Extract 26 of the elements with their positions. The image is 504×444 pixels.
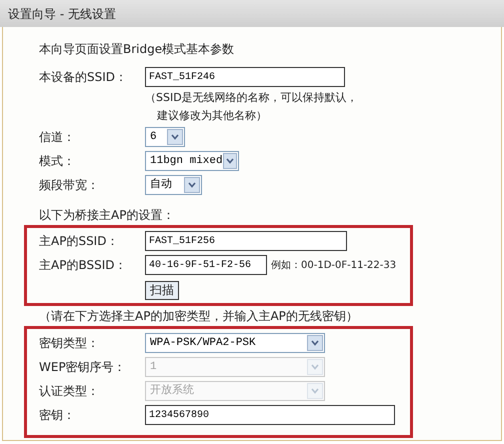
scan-button[interactable]: 扫描 bbox=[145, 280, 179, 300]
security-note: （请在下方选择主AP的加密类型，并输入主AP的无线密钥） bbox=[39, 308, 359, 325]
section-heading: 以下为桥接主AP的设置： bbox=[39, 207, 176, 224]
field-label: 认证类型： bbox=[39, 383, 100, 400]
hint-text: 建议修改为其他名称） bbox=[156, 108, 268, 124]
hint-text: （SSID是无线网络的名称，可以保持默认， bbox=[145, 90, 359, 106]
field-label: 本设备的SSID： bbox=[39, 69, 128, 86]
text-field[interactable]: FAST_51F256 bbox=[145, 231, 347, 251]
text-field[interactable]: FAST_51F246 bbox=[145, 67, 345, 87]
dropdown[interactable]: 自动 bbox=[145, 175, 202, 195]
dropdown[interactable]: 6 bbox=[145, 127, 185, 147]
field-label: 密钥类型： bbox=[39, 335, 100, 352]
intro-text: 本向导页面设置Bridge模式基本参数 bbox=[39, 41, 236, 58]
field-label: WEP密钥序号： bbox=[39, 359, 127, 376]
field-label: 主AP的SSID： bbox=[39, 233, 120, 250]
example-text: 例如：00-1D-0F-11-22-33 bbox=[271, 258, 396, 272]
text-field[interactable]: 1234567890 bbox=[145, 405, 395, 425]
dropdown[interactable]: WPA-PSK/WPA2-PSK bbox=[145, 333, 325, 353]
text-field[interactable]: 40-16-9F-51-F2-56 bbox=[145, 255, 267, 275]
field-label: 模式： bbox=[39, 153, 76, 170]
field-label: 频段带宽： bbox=[39, 177, 100, 194]
field-label: 密钥： bbox=[39, 407, 76, 424]
dropdown[interactable]: 11bgn mixed bbox=[145, 151, 239, 171]
field-label: 主AP的BSSID： bbox=[39, 257, 128, 274]
field-label: 信道： bbox=[39, 129, 76, 146]
window-title: 设置向导 - 无线设置 bbox=[8, 6, 116, 22]
